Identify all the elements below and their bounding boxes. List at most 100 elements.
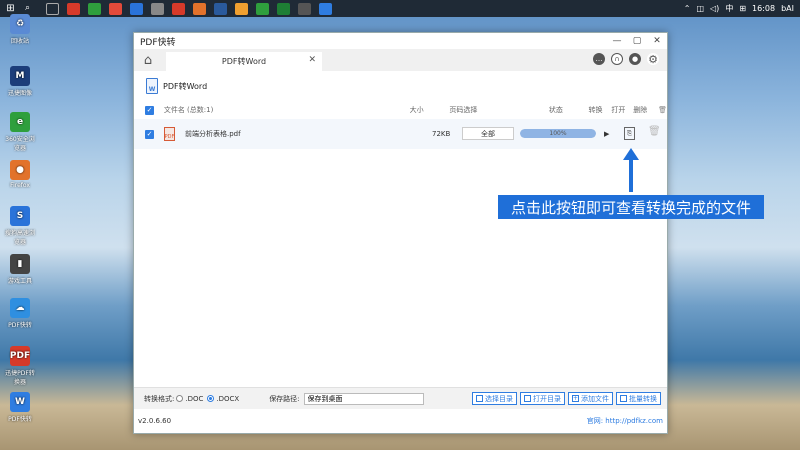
footer-toolbar: 转换格式: .DOC .DOCX 保存路径: 选择目录 打开目录 +添加文件 批…: [134, 387, 667, 409]
headset-icon[interactable]: ∩: [611, 53, 623, 65]
row-size: 72KB: [432, 130, 451, 138]
desktop-icon-label: 回收站: [10, 38, 29, 45]
page-select-button[interactable]: 全部: [462, 127, 514, 140]
header-tools: … ∩ ● ⚙: [593, 53, 659, 66]
grid-icon[interactable]: ⊞: [739, 4, 746, 13]
section-header: W PDF转Word: [134, 71, 667, 101]
minimize-icon[interactable]: —: [607, 33, 627, 49]
add-file-button[interactable]: + 添加文件: [568, 392, 613, 405]
taskbar-app-icon[interactable]: [277, 2, 290, 15]
home-icon[interactable]: ⌂: [134, 49, 162, 71]
network-icon[interactable]: ◫: [696, 4, 704, 13]
taskbar-app-icon[interactable]: [67, 2, 80, 15]
maximize-icon[interactable]: ▢: [627, 33, 647, 49]
col-convert: 转换: [588, 106, 603, 114]
clock[interactable]: 16:08: [752, 4, 775, 13]
format-docx-label[interactable]: .DOCX: [216, 395, 239, 403]
desktop-icon[interactable]: ♻ 回收站: [4, 14, 36, 45]
format-doc-label[interactable]: .DOC: [185, 395, 203, 403]
conversion-progress: 100%: [520, 129, 596, 138]
website-link[interactable]: 官网: http://pdfkz.com: [587, 416, 663, 426]
tab-label: PDF转Word: [221, 57, 267, 66]
version-label: v2.0.6.60: [138, 417, 172, 425]
plus-icon: +: [572, 395, 579, 402]
taskbar-app-icon[interactable]: [151, 2, 164, 15]
batch-convert-button[interactable]: 批量转换: [616, 392, 661, 405]
open-dir-button[interactable]: 打开目录: [520, 392, 565, 405]
task-view-icon[interactable]: [46, 2, 59, 15]
annotation-callout: 点击此按钮即可查看转换完成的文件: [498, 195, 764, 219]
desktop-icon[interactable]: ▮ 游戏工具: [4, 254, 36, 285]
convert-icon: [620, 395, 627, 402]
format-docx-radio[interactable]: [207, 395, 215, 402]
save-path-label: 保存路径:: [269, 394, 300, 403]
annotation-arrow: [623, 148, 639, 192]
desktop-icon-label: 360安全浏览器: [5, 136, 35, 152]
desktop-icon[interactable]: M 迅捷图像: [4, 66, 36, 97]
pdf-file-icon: PDF: [164, 127, 175, 141]
taskbar-app-icon[interactable]: [256, 2, 269, 15]
volume-icon[interactable]: ◁): [710, 4, 719, 13]
ime-indicator[interactable]: 中: [725, 3, 733, 14]
delete-row-icon[interactable]: 🗑: [648, 126, 661, 137]
col-delete: 删除: [633, 106, 648, 114]
taskbar-app-icon[interactable]: [298, 2, 311, 15]
search-icon[interactable]: ⌕: [25, 3, 38, 15]
tab-close-icon[interactable]: ✕: [308, 55, 316, 65]
save-path-input[interactable]: [303, 392, 424, 405]
desktop-app-icon: ♻: [10, 14, 30, 34]
table-row[interactable]: ✓ PDF 前端分析表格.pdf 72KB 全部 100% ▶ ⎘ 🗑: [134, 119, 667, 149]
format-doc-radio[interactable]: [176, 395, 184, 402]
gear-icon[interactable]: ⚙: [647, 53, 659, 66]
col-filename: 文件名 (总数:1): [163, 106, 214, 114]
desktop-icon-label: PDF快转: [8, 416, 32, 423]
desktop-app-icon: ☁: [10, 298, 30, 318]
table-header: ✓ 文件名 (总数:1) 大小 页码选择 状态 转换 打开 删除 🗑: [134, 101, 667, 119]
taskbar: ⊞ ⌕ ⌃ ◫ ◁) 中 ⊞ 16:08 bAI: [0, 0, 800, 17]
desktop-app-icon: ▮: [10, 254, 30, 274]
chat-icon[interactable]: …: [593, 53, 605, 65]
desktop-icon[interactable]: W PDF快转: [4, 392, 36, 423]
col-pages: 页码选择: [449, 106, 478, 114]
add-file-label: 添加文件: [581, 394, 609, 403]
taskbar-app-icon[interactable]: [109, 2, 122, 15]
taskbar-app-icon[interactable]: [235, 2, 248, 15]
system-tray: ⌃ ◫ ◁) 中 ⊞ 16:08 bAI: [684, 3, 800, 14]
taskbar-app-icon[interactable]: [172, 2, 185, 15]
taskbar-app-icon[interactable]: [214, 2, 227, 15]
format-label: 转换格式:: [144, 394, 175, 403]
taskbar-app-icon[interactable]: [130, 2, 143, 15]
play-icon[interactable]: ▶: [604, 130, 609, 138]
desktop-icon[interactable]: S 搜狗高速浏览器: [4, 206, 36, 246]
taskbar-app-icon[interactable]: [88, 2, 101, 15]
desktop-icon[interactable]: PDF 迅捷PDF转换器: [4, 346, 36, 386]
batch-convert-label: 批量转换: [629, 394, 657, 403]
folder-icon: [476, 395, 483, 402]
desktop-app-icon: PDF: [10, 346, 30, 366]
progress-label: 100%: [549, 130, 567, 137]
desktop-icon[interactable]: ☁ PDF快转: [4, 298, 36, 329]
progress-fill: 100%: [520, 129, 596, 138]
desktop-icon-label: 迅捷图像: [7, 90, 32, 97]
windows-start-icon[interactable]: ⊞: [4, 3, 17, 15]
folder-open-icon: [524, 395, 531, 402]
close-icon[interactable]: ✕: [647, 33, 667, 49]
tray-badge[interactable]: bAI: [781, 4, 794, 13]
select-all-checkbox[interactable]: ✓: [145, 105, 154, 115]
choose-dir-label: 选择目录: [485, 394, 513, 403]
chevron-up-icon[interactable]: ⌃: [684, 4, 691, 13]
taskbar-app-icon-active[interactable]: [319, 2, 332, 15]
desktop-icon[interactable]: ● Firefox: [4, 160, 36, 189]
desktop-icon[interactable]: e 360安全浏览器: [4, 112, 36, 152]
user-icon[interactable]: ●: [629, 53, 641, 65]
tab-pdf-to-word[interactable]: PDF转Word ✕: [166, 52, 322, 71]
col-open: 打开: [611, 106, 626, 114]
col-size: 大小: [409, 106, 424, 114]
trash-icon[interactable]: 🗑: [648, 106, 667, 114]
open-file-icon[interactable]: ⎘: [624, 127, 635, 140]
row-checkbox[interactable]: ✓: [145, 129, 154, 139]
desktop-icon-label: PDF快转: [8, 322, 32, 329]
choose-dir-button[interactable]: 选择目录: [472, 392, 517, 405]
desktop-icon-label: 搜狗高速浏览器: [4, 230, 35, 246]
taskbar-app-icon[interactable]: [193, 2, 206, 15]
